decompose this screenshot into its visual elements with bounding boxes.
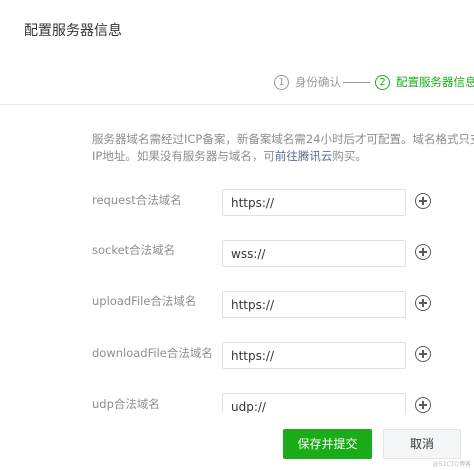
description: 服务器域名需经过ICP备案，新备案域名需24小时后才可配置。域名格式只支持英 I… xyxy=(92,131,474,165)
socket-domain-input[interactable] xyxy=(222,240,406,267)
watermark: @51CTO博客 xyxy=(432,461,471,468)
add-downloadfile-domain-icon[interactable] xyxy=(415,346,431,362)
request-domain-input[interactable] xyxy=(222,189,406,216)
step-2-number: 2 xyxy=(375,74,390,90)
cancel-button[interactable]: 取消 xyxy=(383,429,461,459)
dialog-footer: 保存并提交 取消 @51CTO博客 xyxy=(0,413,474,470)
socket-domain-label: socket合法域名 xyxy=(92,243,176,257)
step-connector xyxy=(343,82,370,83)
request-domain-label: request合法域名 xyxy=(92,193,182,207)
downloadfile-domain-label: downloadFile合法域名 xyxy=(92,346,213,360)
step-server-config: 2 配置服务器信息 xyxy=(375,73,474,91)
dialog-title: 配置服务器信息 xyxy=(24,23,122,39)
description-line-2: IP地址。如果没有服务器与域名，可前往腾讯云购买。 xyxy=(92,148,474,165)
step-1-label: 身份确认 xyxy=(295,75,341,89)
description-suffix: 购买。 xyxy=(332,149,367,163)
add-socket-domain-icon[interactable] xyxy=(415,244,431,260)
uploadfile-domain-input[interactable] xyxy=(222,291,406,318)
server-config-dialog: 配置服务器信息 1 身份确认 2 配置服务器信息 服务器域名需经过ICP备案，新… xyxy=(0,0,474,470)
step-2-label: 配置服务器信息 xyxy=(396,75,474,89)
description-line-1: 服务器域名需经过ICP备案，新备案域名需24小时后才可配置。域名格式只支持英 xyxy=(92,132,474,146)
udp-domain-label: udp合法域名 xyxy=(92,397,160,411)
tencent-cloud-link[interactable]: 前往腾讯云 xyxy=(275,149,333,163)
header-divider xyxy=(0,104,474,105)
add-udp-domain-icon[interactable] xyxy=(415,397,431,413)
step-1-number: 1 xyxy=(274,74,289,90)
uploadfile-domain-label: uploadFile合法域名 xyxy=(92,294,197,308)
step-identity: 1 身份确认 xyxy=(274,73,341,91)
save-submit-button[interactable]: 保存并提交 xyxy=(283,429,372,459)
add-request-domain-icon[interactable] xyxy=(415,193,431,209)
description-prefix: IP地址。如果没有服务器与域名，可 xyxy=(92,149,275,163)
downloadfile-domain-input[interactable] xyxy=(222,342,406,369)
add-uploadfile-domain-icon[interactable] xyxy=(415,295,431,311)
